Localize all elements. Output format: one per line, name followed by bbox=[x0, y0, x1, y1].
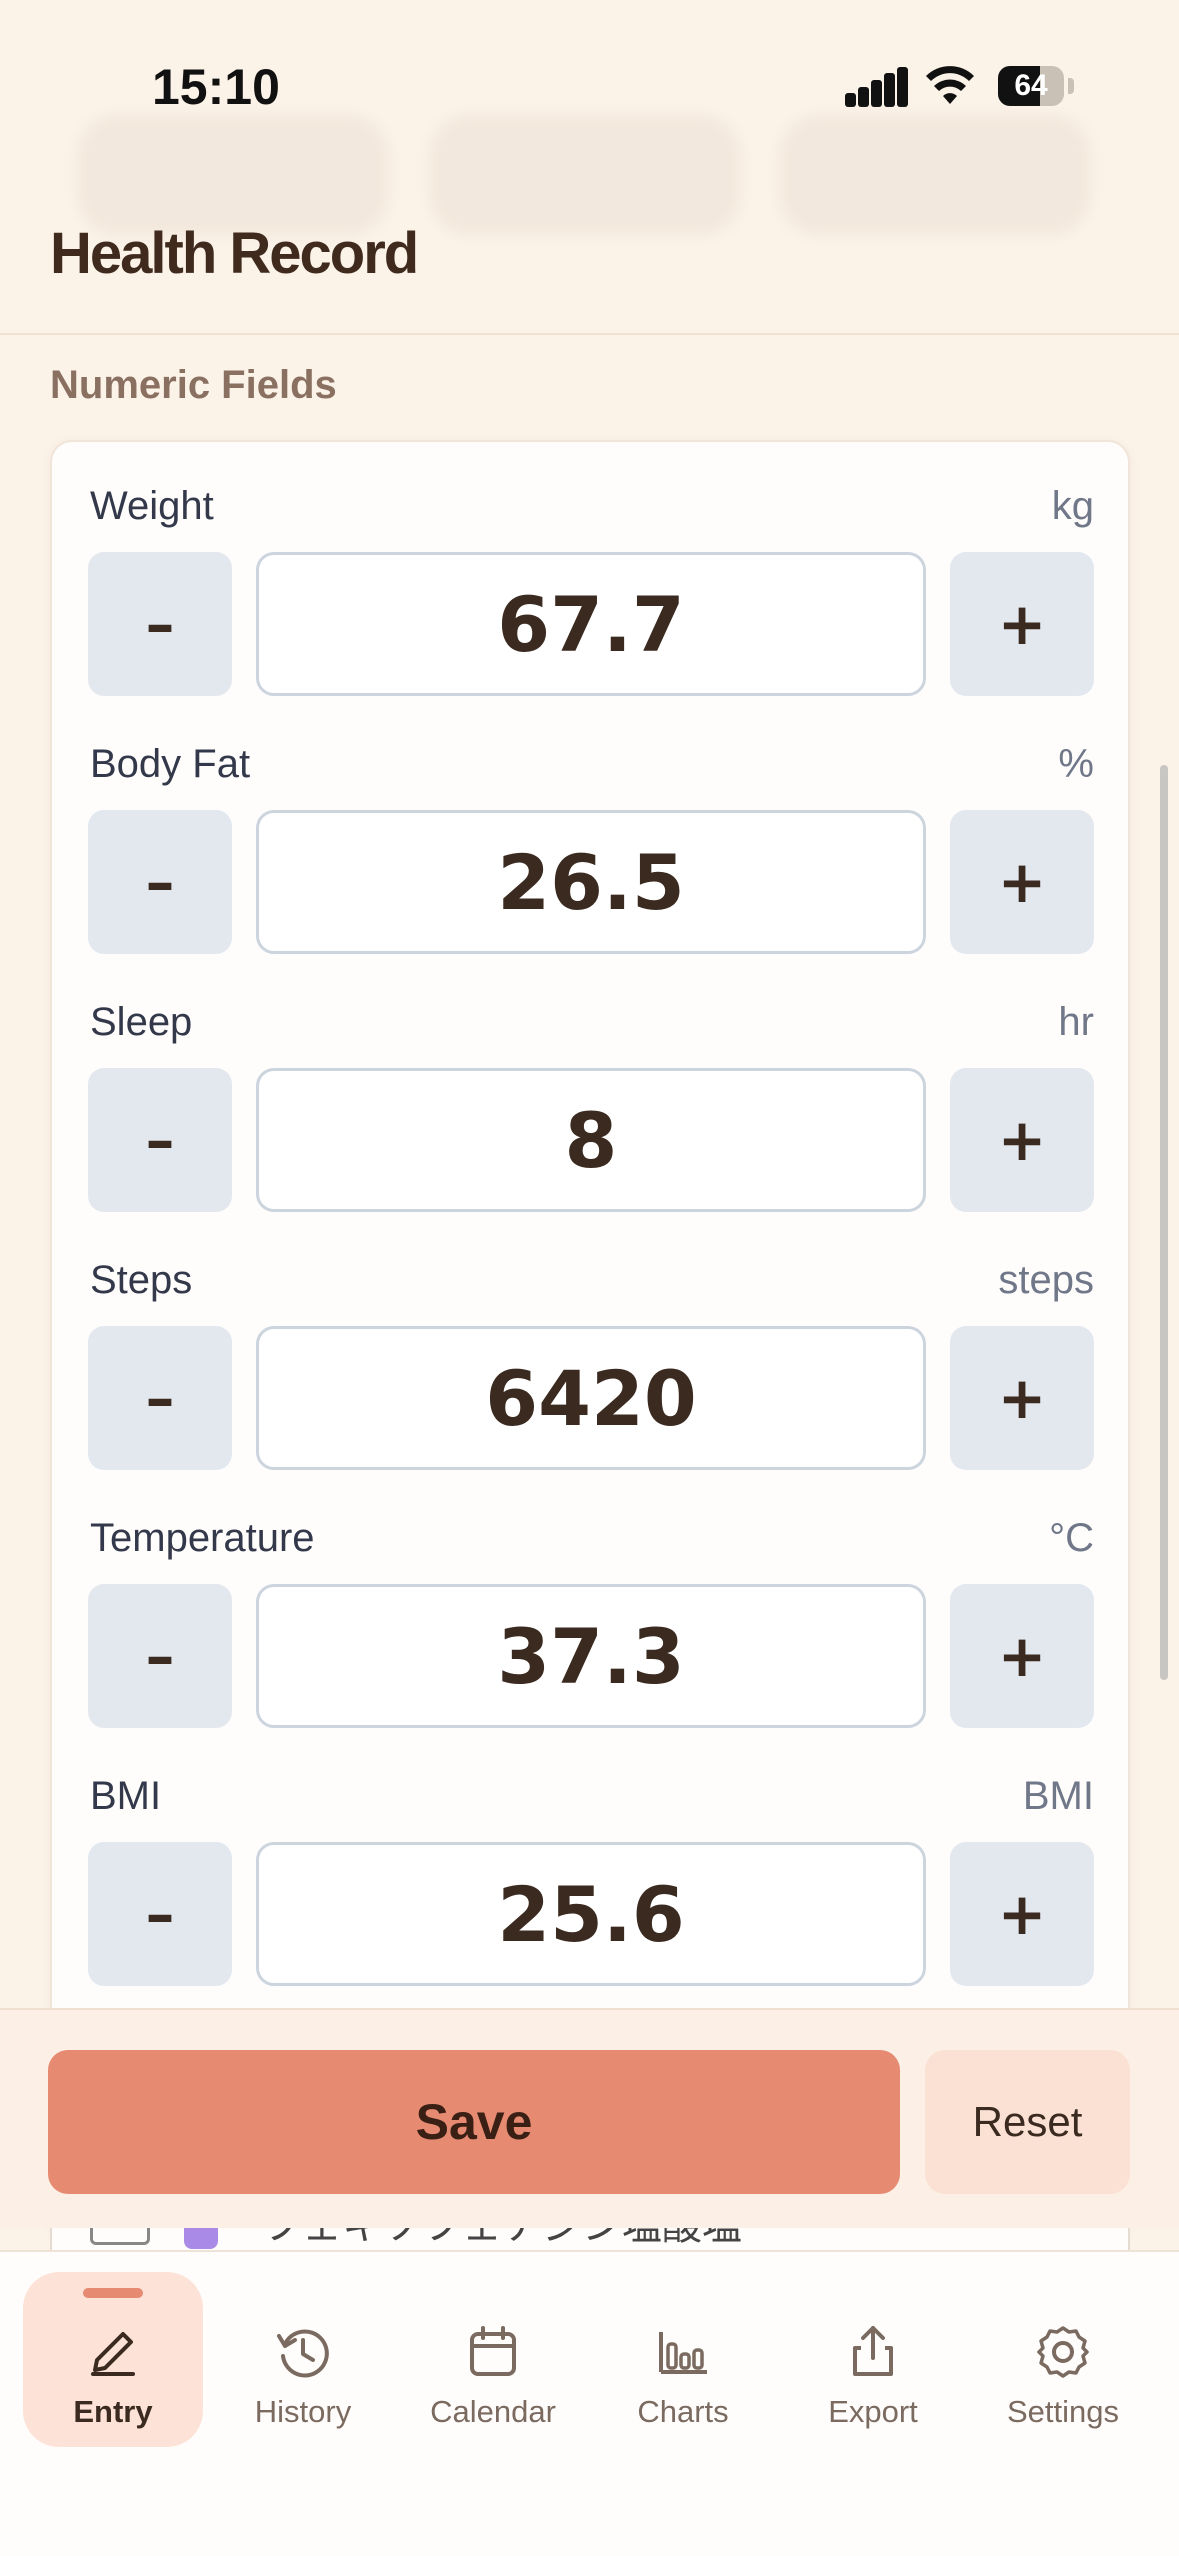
field-unit: steps bbox=[998, 1258, 1094, 1302]
tab-label: History bbox=[254, 2394, 352, 2429]
tab-charts[interactable]: Charts bbox=[593, 2272, 773, 2447]
tab-label: Settings bbox=[1006, 2394, 1119, 2429]
value-input[interactable]: 37.3 bbox=[256, 1584, 926, 1728]
field-steps: Steps steps – 6420 + bbox=[88, 1258, 1094, 1516]
share-upload-icon bbox=[853, 2326, 893, 2376]
save-button[interactable]: Save bbox=[48, 2050, 900, 2194]
decrement-button[interactable]: – bbox=[88, 552, 232, 696]
decrement-button[interactable]: – bbox=[88, 1068, 232, 1212]
field-temperature: Temperature °C – 37.3 + bbox=[88, 1516, 1094, 1774]
increment-button[interactable]: + bbox=[950, 1326, 1094, 1470]
field-label: Temperature bbox=[90, 1516, 315, 1560]
active-tab-indicator bbox=[83, 2288, 143, 2298]
pencil-icon bbox=[91, 2332, 135, 2376]
tab-history[interactable]: History bbox=[213, 2272, 393, 2447]
bar-chart-icon bbox=[659, 2332, 707, 2374]
field-label: Sleep bbox=[90, 1000, 193, 1044]
field-unit: kg bbox=[1051, 484, 1094, 528]
status-time: 15:10 bbox=[152, 59, 280, 115]
increment-button[interactable]: + bbox=[950, 810, 1094, 954]
value-input[interactable]: 26.5 bbox=[256, 810, 926, 954]
section-label: Numeric Fields bbox=[50, 363, 337, 407]
field-unit: hr bbox=[1058, 1000, 1094, 1044]
tab-label: Export bbox=[828, 2394, 918, 2429]
action-bar: Save Reset bbox=[0, 2008, 1179, 2228]
field-label: Weight bbox=[90, 484, 214, 528]
gear-icon bbox=[1037, 2326, 1089, 2378]
field-weight: Weight kg – 67.7 + bbox=[88, 484, 1094, 742]
decrement-button[interactable]: – bbox=[88, 1326, 232, 1470]
page-title: Health Record bbox=[50, 221, 419, 286]
field-body-fat: Body Fat % – 26.5 + bbox=[88, 742, 1094, 1000]
wifi-icon bbox=[926, 66, 974, 104]
field-unit: BMI bbox=[1022, 1774, 1094, 1818]
field-label: Body Fat bbox=[90, 742, 251, 786]
value-input[interactable]: 6420 bbox=[256, 1326, 926, 1470]
increment-button[interactable]: + bbox=[950, 1068, 1094, 1212]
value-input[interactable]: 67.7 bbox=[256, 552, 926, 696]
battery-tip bbox=[1068, 78, 1074, 94]
field-unit: °C bbox=[1049, 1516, 1094, 1560]
increment-button[interactable]: + bbox=[950, 552, 1094, 696]
battery-icon: 64 bbox=[998, 66, 1064, 106]
page-header: Health Record bbox=[0, 200, 1179, 335]
value-input[interactable]: 25.6 bbox=[256, 1842, 926, 1986]
tab-settings[interactable]: Settings bbox=[973, 2272, 1153, 2447]
field-label: BMI bbox=[90, 1774, 162, 1818]
increment-button[interactable]: + bbox=[950, 1842, 1094, 1986]
reset-button[interactable]: Reset bbox=[925, 2050, 1130, 2194]
tab-calendar[interactable]: Calendar bbox=[403, 2272, 583, 2447]
field-bmi: BMI BMI – 25.6 + bbox=[88, 1774, 1094, 2032]
decrement-button[interactable]: – bbox=[88, 1842, 232, 1986]
tab-entry[interactable]: Entry bbox=[23, 2272, 203, 2447]
battery-level: 64 bbox=[1014, 69, 1048, 102]
field-label: Steps bbox=[90, 1258, 193, 1302]
increment-button[interactable]: + bbox=[950, 1584, 1094, 1728]
tab-label: Entry bbox=[73, 2394, 153, 2429]
value-input[interactable]: 8 bbox=[256, 1068, 926, 1212]
scrollbar[interactable] bbox=[1160, 765, 1168, 1680]
tab-label: Calendar bbox=[430, 2394, 556, 2429]
decrement-button[interactable]: – bbox=[88, 810, 232, 954]
tab-label: Charts bbox=[637, 2394, 729, 2429]
decrement-button[interactable]: – bbox=[88, 1584, 232, 1728]
history-clock-icon bbox=[277, 2329, 329, 2378]
tab-export[interactable]: Export bbox=[783, 2272, 963, 2447]
numeric-fields-card: Weight kg – 67.7 + Body Fat % – 26.5 + S… bbox=[50, 440, 1130, 2240]
calendar-icon bbox=[470, 2326, 516, 2376]
field-sleep: Sleep hr – 8 + bbox=[88, 1000, 1094, 1258]
field-unit: % bbox=[1058, 742, 1094, 786]
home-indicator bbox=[0, 2500, 1179, 2520]
signal-bars-icon bbox=[845, 67, 908, 107]
